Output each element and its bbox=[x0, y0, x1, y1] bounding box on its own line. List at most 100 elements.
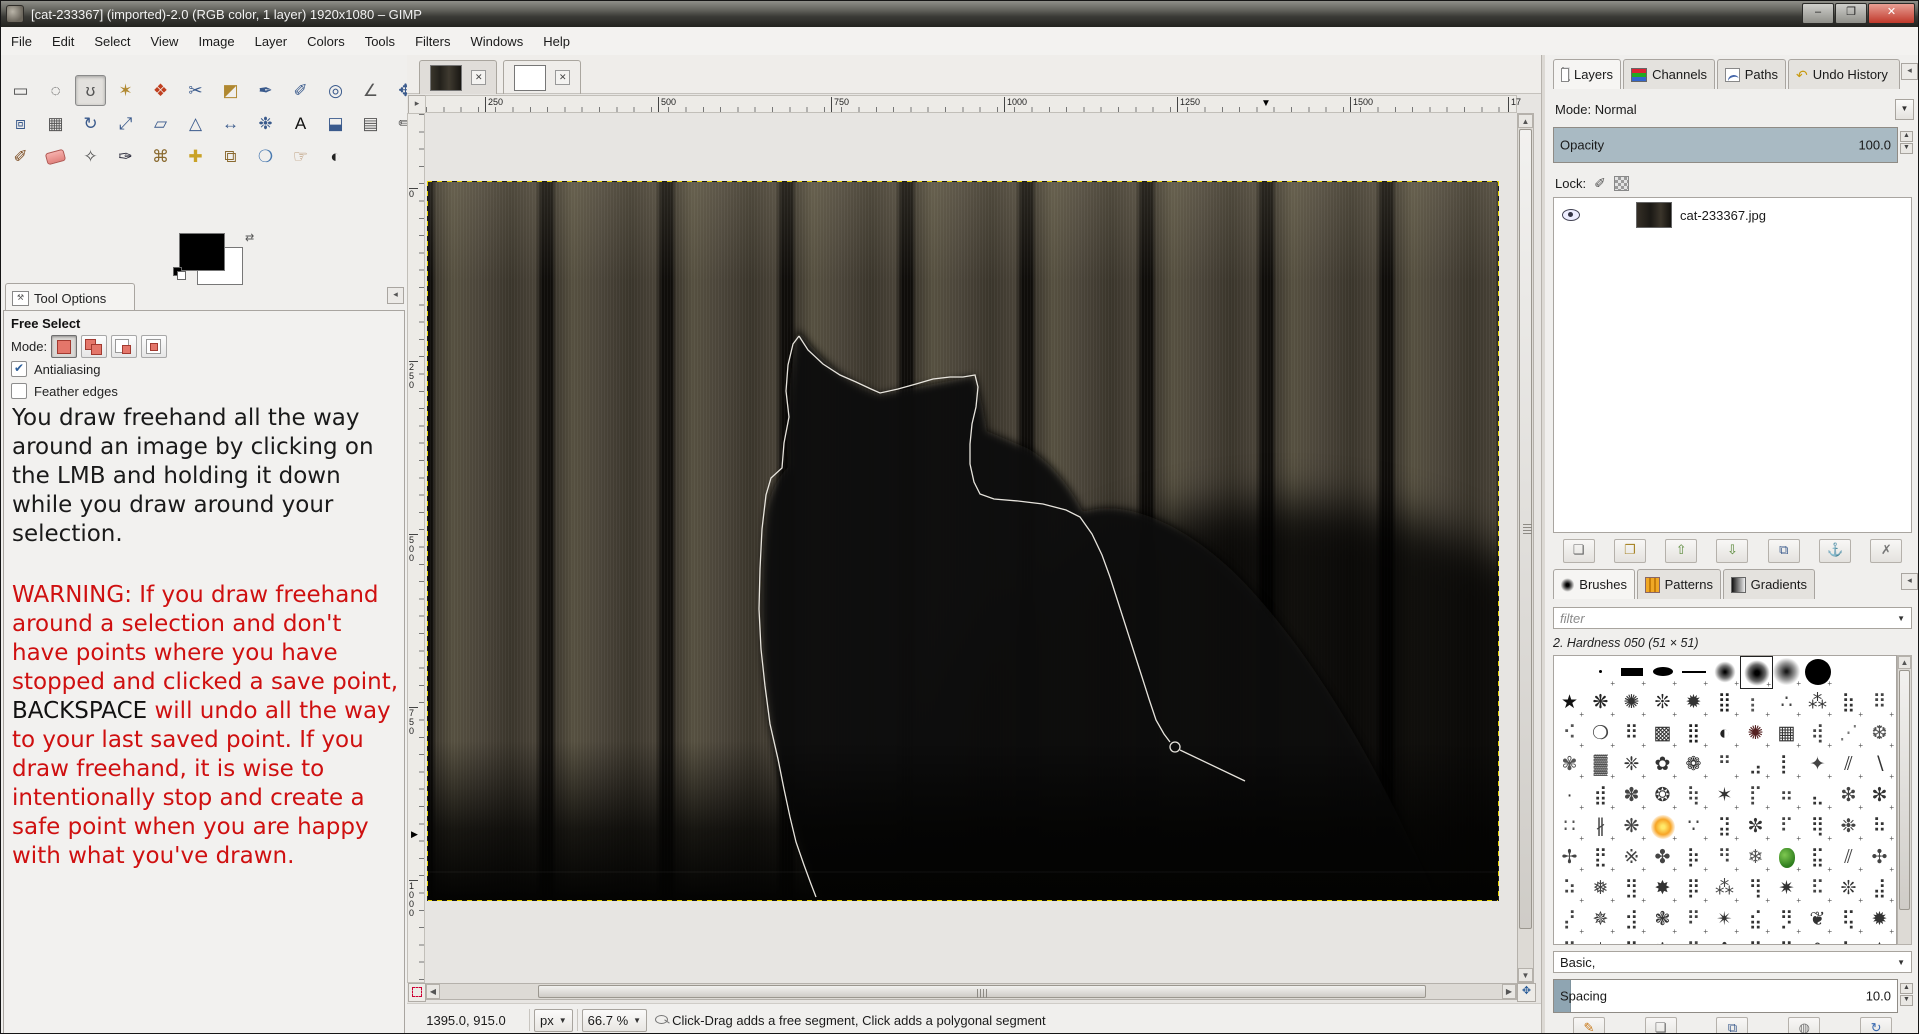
brush-item[interactable]: ⢿ bbox=[1802, 811, 1833, 843]
delete-brush-button[interactable]: ◍ bbox=[1788, 1017, 1821, 1033]
zoom-tool-icon[interactable]: ◎ bbox=[320, 75, 351, 106]
brush-item[interactable]: ⣮ bbox=[1740, 904, 1771, 936]
align-tool-icon[interactable]: ⧈ bbox=[5, 108, 36, 139]
brush-item[interactable] bbox=[1554, 656, 1585, 687]
mode-intersect-button[interactable] bbox=[141, 335, 168, 358]
perspective-clone-icon[interactable]: ⧉ bbox=[215, 141, 246, 172]
free-select-icon[interactable]: ʊ bbox=[75, 75, 106, 106]
brush-item[interactable]: ⣷ bbox=[1833, 687, 1864, 719]
brush-item[interactable]: · bbox=[1554, 780, 1585, 813]
brush-item[interactable] bbox=[1678, 656, 1709, 688]
scroll-left-icon[interactable]: ◀ bbox=[426, 984, 440, 999]
cage-transform-icon[interactable]: ❉ bbox=[250, 108, 281, 139]
brush-item[interactable]: ※ bbox=[1616, 842, 1647, 874]
brush-item[interactable]: ⣾ bbox=[1585, 780, 1616, 812]
brush-item[interactable]: ❁ bbox=[1678, 749, 1709, 781]
minimize-button[interactable]: – bbox=[1802, 3, 1834, 24]
brush-item[interactable]: ▦ bbox=[1771, 718, 1802, 750]
layer-mode-dropdown[interactable]: ▼ bbox=[1895, 99, 1914, 120]
horizontal-scrollbar[interactable]: ◀ ▶ bbox=[425, 983, 1517, 1000]
image-tab-untitled[interactable]: ✕ bbox=[503, 60, 581, 94]
brush-item[interactable]: ✣ bbox=[1864, 842, 1895, 874]
brush-item[interactable]: ✼ bbox=[1740, 811, 1771, 843]
brush-item[interactable]: ⣿ bbox=[1678, 718, 1709, 750]
brush-item[interactable]: ⢾ bbox=[1802, 718, 1833, 750]
shear-tool-icon[interactable]: ▱ bbox=[145, 108, 176, 139]
opacity-slider[interactable]: Opacity 100.0 bbox=[1553, 127, 1898, 163]
brush-item[interactable]: ❉ bbox=[1833, 811, 1864, 843]
close-tab-icon[interactable]: ✕ bbox=[555, 70, 571, 85]
tab-gradients[interactable]: Gradients bbox=[1723, 569, 1815, 599]
brush-item[interactable]: ❍ bbox=[1585, 718, 1616, 750]
brush-item[interactable]: ⣯ bbox=[1802, 842, 1833, 874]
brush-item[interactable]: ⡽ bbox=[1771, 935, 1802, 944]
brush-item[interactable]: ❋ bbox=[1585, 687, 1616, 719]
duplicate-brush-button[interactable]: ⧉ bbox=[1716, 1017, 1749, 1033]
tab-layers[interactable]: Layers bbox=[1553, 59, 1621, 89]
brush-item[interactable]: ∦ bbox=[1585, 811, 1616, 843]
swap-colors-icon[interactable]: ⇄ bbox=[245, 231, 254, 244]
brush-item[interactable]: ⁂ bbox=[1802, 687, 1833, 719]
brush-item[interactable]: ❀ bbox=[1802, 935, 1833, 944]
dodge-burn-icon[interactable]: ◐ bbox=[320, 141, 351, 172]
title-bar[interactable]: [cat-233367] (imported)-2.0 (RGB color, … bbox=[1, 1, 1918, 27]
tab-paths[interactable]: Paths bbox=[1717, 59, 1786, 89]
brush-item[interactable]: ⁂ bbox=[1709, 873, 1740, 905]
rect-select-icon[interactable]: ▭ bbox=[5, 75, 36, 106]
brush-item[interactable]: ◐ bbox=[1709, 718, 1740, 751]
feather-edges-checkbox[interactable] bbox=[11, 383, 27, 399]
brush-item[interactable]: ⡜ bbox=[1554, 904, 1585, 936]
menu-layer[interactable]: Layer bbox=[245, 30, 298, 53]
perspective-tool-icon[interactable]: △ bbox=[180, 108, 211, 139]
paths-tool-icon[interactable]: ✒ bbox=[250, 75, 281, 106]
rotate-tool-icon[interactable]: ↻ bbox=[75, 108, 106, 139]
brush-item[interactable]: ⠽ bbox=[1554, 935, 1585, 944]
edit-brush-button[interactable]: ✎ bbox=[1572, 1017, 1605, 1033]
menu-edit[interactable]: Edit bbox=[42, 30, 84, 53]
brush-item[interactable]: ⠏ bbox=[1771, 811, 1802, 843]
opacity-spinner[interactable]: ▲ ▼ bbox=[1900, 131, 1913, 154]
brush-item[interactable]: ⣺ bbox=[1616, 904, 1647, 936]
brush-item[interactable]: ⋰ bbox=[1833, 718, 1864, 750]
brush-item[interactable]: ⢵ bbox=[1833, 935, 1864, 944]
brush-item[interactable] bbox=[1647, 656, 1678, 688]
brush-item[interactable]: ⠫ bbox=[1678, 935, 1709, 944]
brush-item[interactable]: ⫽ bbox=[1833, 842, 1864, 875]
brush-item[interactable]: ▩ bbox=[1647, 718, 1678, 750]
reset-colors-icon[interactable] bbox=[173, 267, 186, 280]
menu-select[interactable]: Select bbox=[84, 30, 140, 53]
brush-item[interactable]: ⡆ bbox=[1740, 687, 1771, 719]
zoom-dropdown[interactable]: 66.7 % ▼ bbox=[581, 1008, 648, 1032]
unit-dropdown[interactable]: px ▼ bbox=[534, 1008, 573, 1032]
brush-item[interactable]: ∵ bbox=[1678, 811, 1709, 843]
brush-item[interactable]: ⠯ bbox=[1802, 873, 1833, 905]
paintbrush-icon[interactable]: ✐ bbox=[5, 141, 36, 172]
text-tool-icon[interactable]: A bbox=[285, 108, 316, 139]
brush-item[interactable]: ⣟ bbox=[1585, 842, 1616, 874]
brush-item[interactable]: ⡻ bbox=[1771, 904, 1802, 936]
brush-item[interactable]: ❆ bbox=[1864, 718, 1895, 750]
mode-add-button[interactable] bbox=[81, 335, 108, 358]
brush-item[interactable] bbox=[1802, 656, 1833, 688]
scroll-up-icon[interactable]: ▲ bbox=[1518, 114, 1533, 128]
brush-item[interactable]: ⠛ bbox=[1709, 749, 1740, 781]
tab-tool-options[interactable]: ⚒ Tool Options bbox=[5, 283, 135, 312]
brush-item[interactable]: ⣻ bbox=[1616, 873, 1647, 905]
brush-preset-dropdown[interactable]: Basic, ▼ bbox=[1553, 951, 1912, 973]
menu-help[interactable]: Help bbox=[533, 30, 580, 53]
brush-item[interactable] bbox=[1585, 656, 1616, 688]
brush-item[interactable]: ✻ bbox=[1864, 780, 1895, 812]
brush-item[interactable]: ⣿ bbox=[1709, 687, 1740, 719]
brush-item[interactable]: ⣹ bbox=[1616, 935, 1647, 944]
eraser-icon[interactable] bbox=[40, 141, 71, 172]
image-tab-cat[interactable]: ✕ bbox=[419, 60, 497, 94]
brush-item[interactable]: ✸ bbox=[1864, 935, 1895, 944]
tool-options-collapse-button[interactable]: ◂ bbox=[387, 287, 404, 304]
brush-item[interactable]: ⠟ bbox=[1678, 904, 1709, 936]
chevron-down-icon[interactable]: ▼ bbox=[1897, 614, 1911, 623]
vertical-scrollbar[interactable]: ▲ ▼ bbox=[1517, 113, 1534, 983]
brush-item[interactable]: ✢ bbox=[1554, 842, 1585, 874]
foreground-select-icon[interactable]: ◩ bbox=[215, 75, 246, 106]
new-layer-button[interactable]: ❏ bbox=[1562, 539, 1595, 563]
clone-tool-icon[interactable]: ⌘ bbox=[145, 141, 176, 172]
